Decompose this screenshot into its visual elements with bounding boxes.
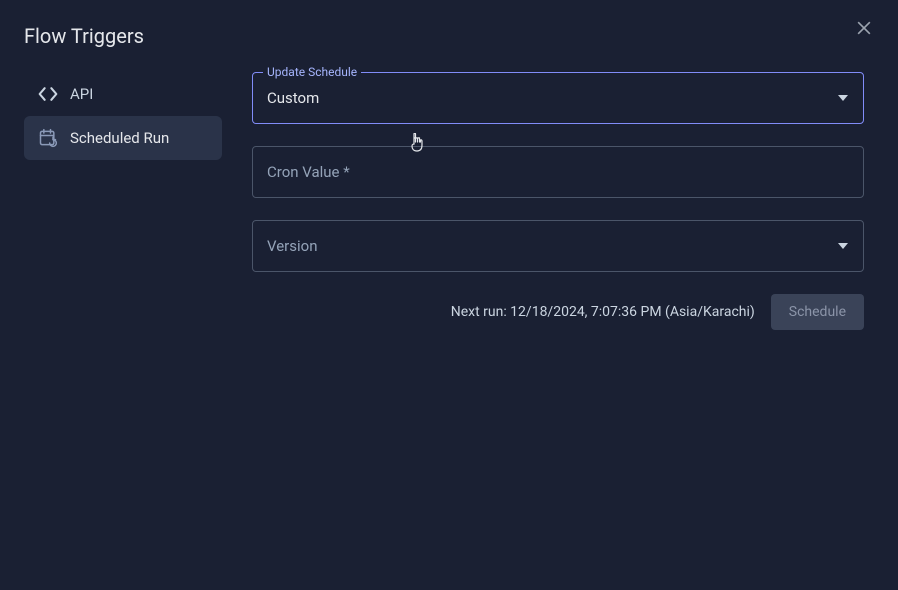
update-schedule-select[interactable]: Update Schedule Custom [252,72,864,124]
modal-title: Flow Triggers [24,24,874,48]
calendar-refresh-icon [38,128,58,148]
chevron-down-icon [837,240,849,252]
cron-value-field [252,146,864,198]
flow-triggers-modal: Flow Triggers API [0,0,898,590]
sidebar-item-api[interactable]: API [24,72,222,116]
sidebar-item-scheduled-run[interactable]: Scheduled Run [24,116,222,160]
main-panel: Update Schedule Custom Version [222,72,874,330]
next-run-text: Next run: 12/18/2024, 7:07:36 PM (Asia/K… [451,304,755,320]
sidebar-item-label: Scheduled Run [70,129,169,147]
version-field: Version [252,220,864,272]
code-icon [38,84,58,104]
cron-value-input[interactable] [267,163,849,181]
sidebar: API Scheduled Run [24,72,222,330]
bottom-row: Next run: 12/18/2024, 7:07:36 PM (Asia/K… [252,294,864,330]
chevron-down-icon [837,92,849,104]
cron-value-input-wrapper[interactable] [252,146,864,198]
sidebar-item-label: API [70,85,93,103]
update-schedule-field: Update Schedule Custom [252,72,864,124]
update-schedule-value: Custom [267,89,837,107]
version-placeholder: Version [267,237,837,255]
field-label: Update Schedule [263,65,361,79]
schedule-button[interactable]: Schedule [771,294,864,330]
version-select[interactable]: Version [252,220,864,272]
close-icon [854,18,874,42]
close-button[interactable] [852,18,876,42]
modal-content: API Scheduled Run [24,72,874,330]
